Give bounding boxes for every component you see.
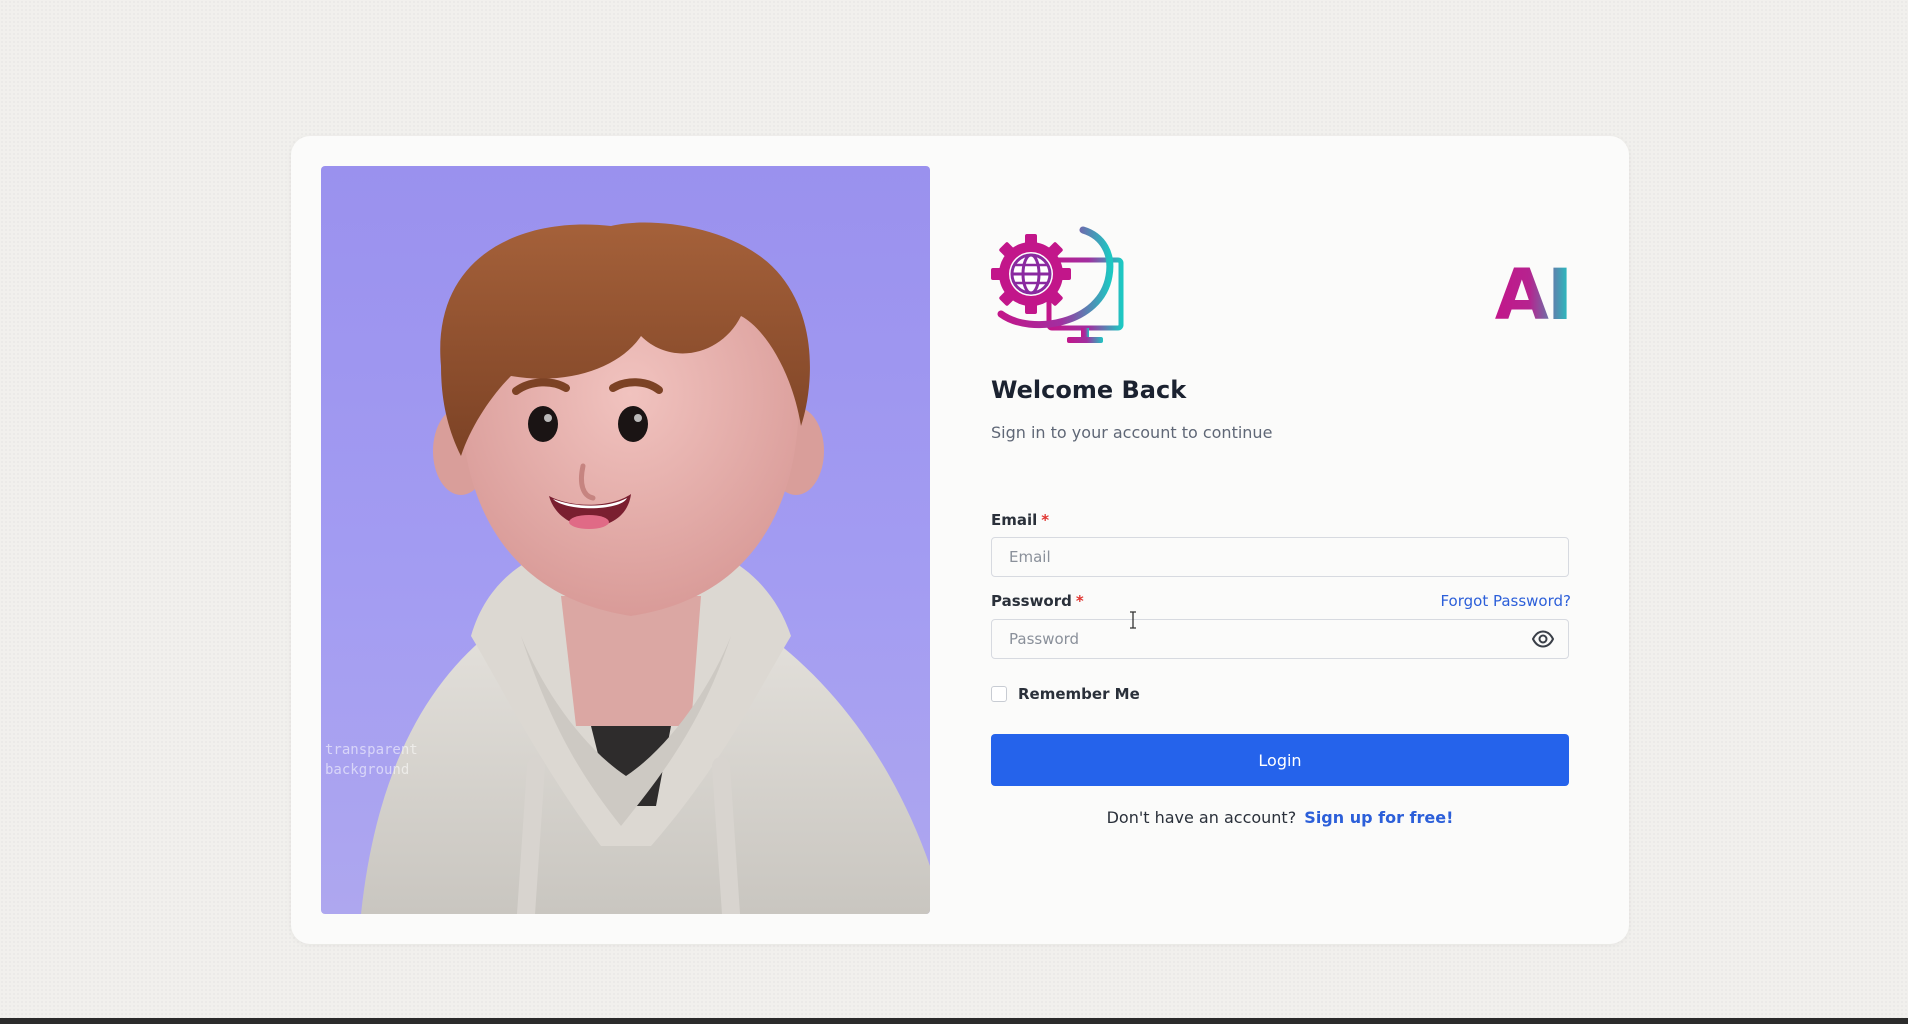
text-cursor-icon bbox=[1130, 611, 1136, 629]
email-label-text: Email bbox=[991, 511, 1038, 529]
login-button[interactable]: Login bbox=[991, 734, 1569, 786]
email-label: Email * bbox=[991, 511, 1049, 529]
eye-icon[interactable] bbox=[1531, 630, 1555, 648]
watermark-line-2: background bbox=[325, 762, 409, 778]
ai-brand-mark: AI bbox=[1494, 254, 1573, 336]
page-subtitle: Sign in to your account to continue bbox=[991, 423, 1273, 442]
signup-prompt-text: Don't have an account? bbox=[1106, 808, 1297, 827]
remember-me-label[interactable]: Remember Me bbox=[1018, 685, 1140, 703]
signup-link[interactable]: Sign up for free! bbox=[1304, 808, 1453, 827]
hero-avatar-image: transparent background bbox=[321, 166, 930, 914]
password-input[interactable] bbox=[1007, 629, 1518, 649]
email-input[interactable] bbox=[1007, 547, 1553, 567]
forgot-password-link[interactable]: Forgot Password? bbox=[1440, 592, 1571, 610]
remember-me-row[interactable]: Remember Me bbox=[991, 685, 1140, 703]
login-card: transparent background AI Welcome Back S… bbox=[291, 136, 1629, 944]
required-mark: * bbox=[1041, 511, 1050, 529]
avatar-illustration: transparent background bbox=[325, 222, 930, 914]
globe-gear-monitor-logo-icon bbox=[991, 224, 1131, 348]
page-title: Welcome Back bbox=[991, 376, 1187, 404]
signup-prompt: Don't have an account? Sign up for free! bbox=[991, 808, 1569, 827]
email-field[interactable] bbox=[991, 537, 1569, 577]
required-mark: * bbox=[1075, 592, 1084, 610]
watermark-line-1: transparent bbox=[325, 742, 418, 758]
bottom-edge-bar bbox=[0, 1018, 1908, 1024]
login-form-panel: AI Welcome Back Sign in to your account … bbox=[991, 136, 1573, 944]
remember-me-checkbox[interactable] bbox=[991, 686, 1007, 702]
password-label: Password * bbox=[991, 592, 1084, 610]
password-field[interactable] bbox=[991, 619, 1569, 659]
password-label-text: Password bbox=[991, 592, 1072, 610]
